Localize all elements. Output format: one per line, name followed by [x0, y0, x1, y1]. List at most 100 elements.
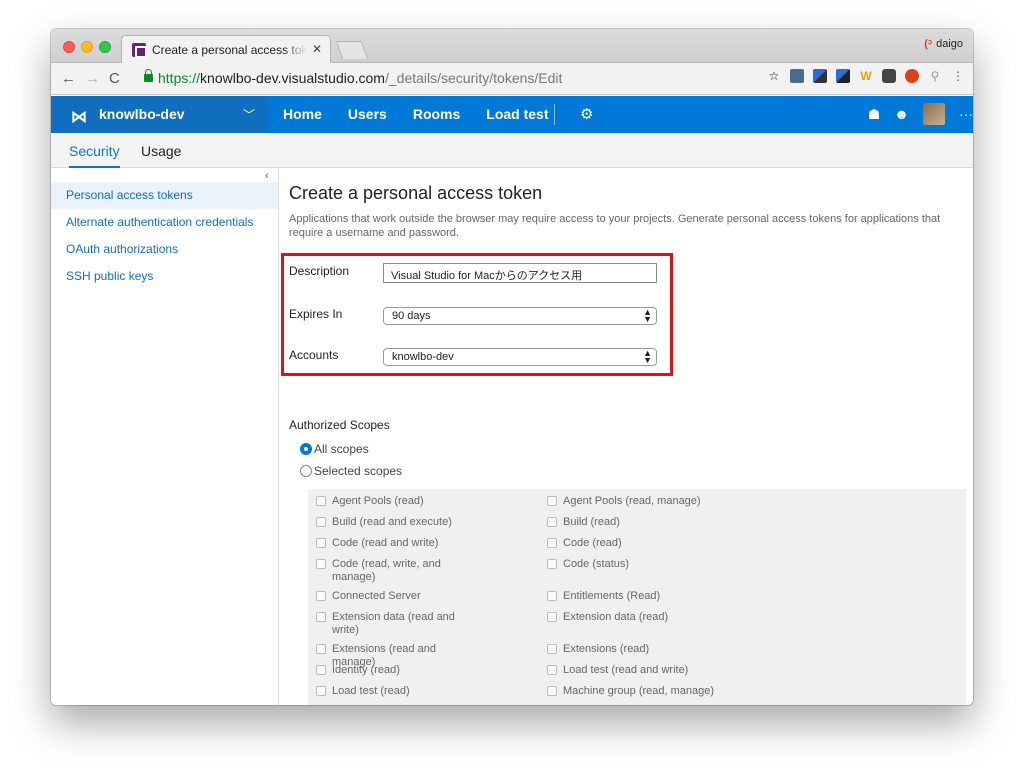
url-scheme: https://: [158, 70, 201, 86]
account-switcher[interactable]: ⋈ knowlbo-dev ﹀: [51, 96, 267, 133]
scope-checkbox[interactable]: [316, 686, 326, 696]
collapse-chevron-icon[interactable]: ‹: [265, 170, 269, 182]
profile-icon: (ᵓ: [924, 38, 933, 50]
scope-checkbox[interactable]: [316, 644, 326, 654]
menu-users[interactable]: Users: [348, 106, 387, 122]
scope-checkbox[interactable]: [316, 517, 326, 527]
close-icon[interactable]: ✕: [312, 42, 322, 56]
scope-checkbox[interactable]: [316, 591, 326, 601]
reload-icon[interactable]: C: [109, 70, 120, 87]
scope-item[interactable]: Code (status): [547, 558, 747, 588]
extension-icons: ☆ W ⚲ ⋮: [767, 69, 965, 83]
extension-puzzle-icon[interactable]: [813, 69, 827, 83]
all-scopes-radio[interactable]: [300, 443, 312, 455]
extension-w-icon[interactable]: W: [859, 69, 873, 83]
intro-line-2: require a username and password.: [289, 227, 459, 239]
scope-label: Extension data (read and write): [332, 611, 455, 636]
tab-strip: Create a personal access token ✕ (ᵓ daigo: [51, 29, 973, 64]
url-path: /_details/security/tokens/Edit: [384, 70, 563, 86]
scope-item[interactable]: Code (read, write, and manage): [316, 558, 516, 588]
browser-menu-icon[interactable]: ⋮: [951, 69, 965, 83]
zoom-window-button[interactable]: [99, 41, 111, 53]
top-menu: Home Users Rooms Load test: [283, 106, 549, 122]
scope-checkbox[interactable]: [547, 612, 557, 622]
main-content: Create a personal access token Applicati…: [280, 169, 973, 705]
address-bar[interactable]: https://knowlbo-dev.visualstudio.com/_de…: [158, 70, 562, 86]
app-header: ⋈ knowlbo-dev ﹀ Home Users Rooms Load te…: [51, 96, 973, 133]
avatar[interactable]: [923, 103, 945, 125]
gear-icon[interactable]: ⚙: [580, 105, 593, 123]
scope-label: Build (read): [563, 516, 620, 528]
menu-rooms[interactable]: Rooms: [413, 106, 460, 122]
shopping-bag-icon[interactable]: ☗: [868, 106, 881, 123]
scope-label: Extensions (read): [563, 643, 650, 655]
selected-scopes-radio[interactable]: [300, 465, 312, 477]
browser-toolbar: ← → C https://knowlbo-dev.visualstudio.c…: [51, 63, 973, 95]
scopes-title: Authorized Scopes: [289, 418, 390, 432]
profile-button[interactable]: (ᵓ daigo: [924, 38, 963, 50]
browser-tab[interactable]: Create a personal access token ✕: [121, 35, 331, 64]
profile-name: daigo: [936, 38, 963, 50]
nav-oauth-authorizations[interactable]: OAuth authorizations: [51, 236, 278, 263]
lock-icon: [144, 69, 153, 82]
scope-label: Agent Pools (read): [332, 495, 424, 507]
pivot-bar: Security Usage: [51, 133, 973, 168]
menu-divider: [554, 104, 555, 125]
page-title: Create a personal access token: [289, 183, 543, 203]
tab-security[interactable]: Security: [69, 143, 120, 168]
scope-item[interactable]: Extension data (read): [547, 611, 747, 641]
highlight-box: [281, 253, 673, 376]
all-scopes-label[interactable]: All scopes: [314, 442, 369, 456]
account-name: knowlbo-dev: [99, 106, 185, 122]
scope-list: Agent Pools (read) Build (read and execut…: [308, 489, 966, 705]
tab-usage[interactable]: Usage: [141, 143, 181, 159]
menu-load-test[interactable]: Load test: [486, 106, 548, 122]
scope-checkbox[interactable]: [547, 686, 557, 696]
scope-checkbox[interactable]: [316, 612, 326, 622]
scope-checkbox[interactable]: [547, 644, 557, 654]
pocket-icon[interactable]: [882, 69, 896, 83]
scope-checkbox[interactable]: [547, 559, 557, 569]
scope-item[interactable]: Machine group (read, manage): [547, 685, 747, 705]
scope-checkbox[interactable]: [547, 591, 557, 601]
scope-checkbox[interactable]: [316, 559, 326, 569]
close-window-button[interactable]: [63, 41, 75, 53]
nav-personal-access-tokens[interactable]: Personal access tokens: [51, 182, 278, 209]
tab-title: Create a personal access token: [152, 43, 307, 57]
scope-item[interactable]: Extension data (read and write): [316, 611, 516, 641]
scope-checkbox[interactable]: [316, 665, 326, 675]
scope-item[interactable]: Load test (read): [316, 685, 516, 705]
forward-arrow-icon[interactable]: →: [85, 70, 100, 87]
scope-label: Build (read and execute): [332, 516, 452, 528]
nav-ssh-public-keys[interactable]: SSH public keys: [51, 263, 278, 290]
extension-dropbox-icon[interactable]: [836, 69, 850, 83]
intro-text: Applications that work outside the brows…: [289, 212, 973, 240]
minimize-window-button[interactable]: [81, 41, 93, 53]
scope-checkbox[interactable]: [547, 517, 557, 527]
extension-badge-icon[interactable]: [905, 69, 919, 83]
smiley-icon[interactable]: ☻: [894, 106, 909, 122]
nav-alternate-credentials[interactable]: Alternate authentication credentials: [51, 209, 278, 236]
scope-label: Code (status): [563, 558, 630, 570]
extension-screen-icon[interactable]: [790, 69, 804, 83]
scope-checkbox[interactable]: [547, 665, 557, 675]
new-tab-button[interactable]: [335, 41, 369, 59]
star-icon[interactable]: ☆: [767, 69, 781, 83]
scope-label: Entitlements (Read): [563, 590, 661, 602]
scope-label: Connected Server: [332, 590, 421, 602]
header-right-icons: ☗ ☻ ···: [868, 103, 973, 125]
intro-line-1: Applications that work outside the brows…: [289, 213, 941, 225]
extension-tool-icon[interactable]: ⚲: [928, 69, 942, 83]
back-arrow-icon[interactable]: ←: [61, 70, 76, 87]
scope-label: Agent Pools (read, manage): [563, 495, 701, 507]
scope-checkbox[interactable]: [316, 538, 326, 548]
scope-checkbox[interactable]: [316, 496, 326, 506]
scope-label: Extension data (read): [563, 611, 669, 623]
menu-home[interactable]: Home: [283, 106, 322, 122]
scope-checkbox[interactable]: [547, 496, 557, 506]
url-host: knowlbo-dev.visualstudio.com: [200, 70, 385, 86]
scope-checkbox[interactable]: [547, 538, 557, 548]
more-icon[interactable]: ···: [959, 106, 973, 122]
selected-scopes-label[interactable]: Selected scopes: [314, 464, 402, 478]
scope-label: Load test (read): [332, 685, 410, 697]
